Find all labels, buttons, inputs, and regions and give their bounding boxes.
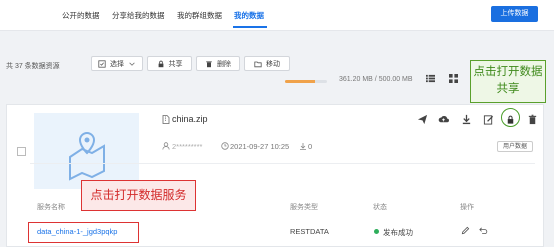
- column-header-actions: 操作: [460, 204, 474, 211]
- map-icon: [69, 131, 105, 181]
- edit-icon[interactable]: [483, 114, 494, 125]
- service-highlight-box: [28, 222, 139, 243]
- publish-service-icon[interactable]: [438, 114, 449, 125]
- annotation-open-share: 点击打开数据共享: [470, 60, 546, 103]
- move-label: 移动: [266, 60, 280, 68]
- share-highlight-circle: [501, 108, 520, 127]
- tab-my-data[interactable]: 我的数据: [234, 10, 264, 21]
- storage-usage-bar: [285, 80, 327, 83]
- service-status: 发布成功: [383, 228, 413, 237]
- upload-data-button[interactable]: 上传数据: [491, 6, 538, 22]
- card-checkbox[interactable]: [17, 147, 26, 156]
- chevron-down-icon: [129, 62, 135, 66]
- tab-group-data[interactable]: 我的群组数据: [177, 10, 222, 21]
- status-success-dot: [374, 229, 379, 234]
- file-zip-icon: [162, 115, 170, 124]
- list-view-icon[interactable]: [426, 74, 435, 83]
- download-count: 0: [308, 142, 313, 151]
- send-icon[interactable]: [417, 114, 428, 125]
- file-thumbnail[interactable]: [34, 113, 139, 189]
- trash-icon: [206, 60, 212, 67]
- edit-service-icon[interactable]: [461, 226, 470, 235]
- download-icon[interactable]: [461, 114, 472, 125]
- column-header-service-type: 服务类型: [290, 204, 318, 211]
- storage-usage-fill: [285, 80, 316, 83]
- delete-button[interactable]: 删除: [196, 56, 240, 71]
- user-icon: [162, 142, 170, 150]
- share-button[interactable]: 共享: [147, 56, 192, 71]
- file-owner: 2*********: [172, 142, 203, 151]
- undo-icon[interactable]: [478, 226, 488, 235]
- divider: [30, 163, 535, 164]
- column-header-service-name: 服务名称: [37, 204, 65, 211]
- delete-label: 删除: [217, 60, 231, 68]
- clock-icon: [221, 142, 229, 150]
- download-count-icon: [300, 143, 306, 150]
- storage-usage-text: 361.20 MB / 500.00 MB: [339, 76, 413, 83]
- folder-icon: [254, 61, 262, 67]
- tab-public-data[interactable]: 公开的数据: [62, 10, 100, 21]
- annotation-open-service: 点击打开数据服务: [81, 180, 196, 211]
- checkbox-icon: [98, 59, 106, 68]
- share-label: 共享: [168, 60, 183, 68]
- user-data-badge: 用户数据: [497, 141, 533, 152]
- service-type: RESTDATA: [290, 227, 329, 236]
- select-dropdown[interactable]: 选择: [91, 56, 143, 71]
- move-button[interactable]: 移动: [244, 56, 290, 71]
- grid-view-icon[interactable]: [449, 74, 458, 83]
- column-header-status: 状态: [373, 204, 387, 211]
- active-tab-indicator: [233, 26, 267, 28]
- total-count: 共 37 条数据资源: [6, 63, 60, 70]
- file-name[interactable]: china.zip: [172, 114, 208, 124]
- lock-icon: [158, 60, 163, 67]
- select-label: 选择: [110, 60, 124, 68]
- file-date: 2021-09-27 10:25: [230, 142, 290, 151]
- trash-icon[interactable]: [527, 114, 538, 125]
- tab-shared-with-me[interactable]: 分享给我的数据: [112, 10, 165, 21]
